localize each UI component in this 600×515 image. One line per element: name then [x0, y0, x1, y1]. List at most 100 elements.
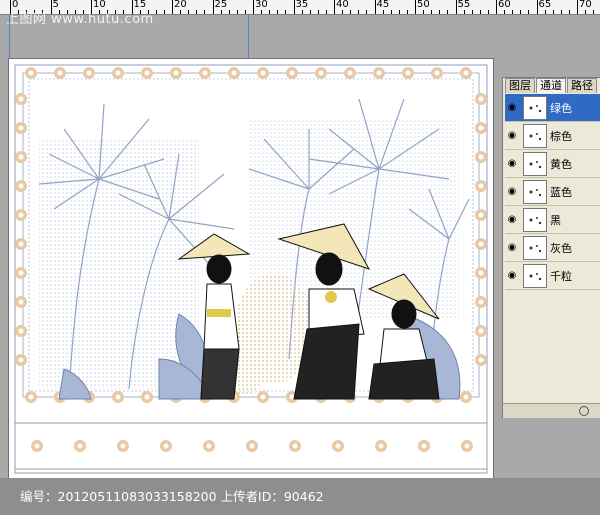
rosette [475, 209, 487, 221]
eye-icon[interactable]: ◉ [505, 102, 519, 113]
channel-row[interactable]: ◉ 绿色 [505, 94, 600, 122]
ruler-tick [552, 10, 554, 14]
ruler-number: 65 [538, 0, 552, 10]
ruler-tick [504, 10, 506, 14]
ruler-tick [204, 10, 206, 14]
eye-icon[interactable]: ◉ [505, 158, 519, 169]
channels-panel[interactable]: 图层 通道 路径 ◉ 绿色 ◉ 棕色 ◉ 黄色 ◉ 蓝色 ◉ 黑 ◉ 灰色 ◉ 千粒 [502, 77, 600, 418]
rosette [228, 67, 240, 79]
rosette [141, 67, 153, 79]
eye-icon[interactable]: ◉ [505, 130, 519, 141]
ruler-tick [528, 10, 530, 14]
rosette [74, 440, 86, 452]
rosette [460, 67, 472, 79]
rosette [15, 296, 27, 308]
rosette [15, 93, 27, 105]
rosette [475, 267, 487, 279]
ruler-tick [455, 0, 457, 14]
rosette [286, 67, 298, 79]
ruler-tick [334, 0, 335, 14]
channel-label: 蓝色 [550, 185, 572, 199]
ruler-tick [277, 10, 279, 14]
rosette [315, 67, 327, 79]
ruler-number: 35 [295, 0, 309, 10]
rosette [160, 440, 172, 452]
rosette [15, 151, 27, 163]
rosette [15, 354, 27, 366]
rosette [289, 440, 301, 452]
ruler-number: 25 [214, 0, 228, 10]
ruler-tick [423, 10, 425, 14]
eye-icon[interactable]: ◉ [505, 186, 519, 197]
eye-icon[interactable]: ◉ [505, 270, 519, 281]
ruler-tick [366, 10, 368, 14]
channel-thumbnail [523, 263, 547, 288]
ruler-tick [487, 10, 489, 14]
ruler-tick [350, 10, 352, 14]
ruler-tick [228, 10, 230, 14]
circle-icon[interactable] [579, 406, 589, 416]
rosette [257, 391, 269, 403]
channel-thumbnail [523, 179, 547, 204]
ruler-tick [325, 10, 327, 14]
rosette [418, 440, 430, 452]
channel-label: 灰色 [550, 241, 572, 255]
ruler-tick [447, 10, 449, 14]
panel-tab[interactable]: 通道 [536, 78, 566, 93]
ruler-tick [212, 0, 214, 14]
ruler-number: 60 [498, 0, 511, 10]
ruler-tick [439, 10, 441, 14]
ruler-tick [544, 10, 546, 14]
channel-thumbnail [523, 123, 547, 148]
rosette [460, 391, 472, 403]
channel-label: 绿色 [550, 101, 572, 115]
channel-row[interactable]: ◉ 黄色 [505, 150, 600, 178]
eye-icon[interactable]: ◉ [505, 242, 519, 253]
document-canvas[interactable] [8, 58, 494, 479]
channel-row[interactable]: ◉ 千粒 [505, 262, 600, 290]
ruler-tick [269, 10, 271, 14]
ruler-tick [220, 10, 222, 14]
rosette [199, 67, 211, 79]
rosette [475, 151, 487, 163]
eye-icon[interactable]: ◉ [505, 214, 519, 225]
watermark-top: 上图网 www.hutu.com [6, 12, 154, 27]
ruler-tick [536, 0, 538, 14]
rosette [475, 325, 487, 337]
rosette [332, 440, 344, 452]
channel-row[interactable]: ◉ 棕色 [505, 122, 600, 150]
ruler-tick [253, 0, 254, 14]
rosette [475, 180, 487, 192]
ruler-tick [390, 10, 392, 14]
channel-row[interactable]: ◉ 灰色 [505, 234, 600, 262]
ruler-tick [285, 10, 287, 14]
ruler-number: 70 [579, 0, 592, 10]
ruler-tick [406, 10, 408, 14]
ruler-tick [479, 10, 481, 14]
channel-label: 黄色 [550, 157, 572, 171]
ruler-tick [155, 10, 157, 14]
ruler-tick [382, 10, 384, 14]
panel-tab[interactable]: 图层 [505, 78, 535, 93]
panel-tabs: 图层 通道 路径 [503, 78, 600, 93]
ruler-tick [358, 10, 360, 14]
ruler-tick [463, 10, 465, 14]
channel-thumbnail [523, 207, 547, 232]
ruler-tick [196, 10, 198, 14]
rosette [54, 67, 66, 79]
ruler-tick [163, 10, 165, 14]
rosette [461, 440, 473, 452]
ruler-number: 20 [174, 0, 187, 10]
rosette [246, 440, 258, 452]
ruler-tick [593, 10, 595, 14]
rosette [112, 391, 124, 403]
channel-row[interactable]: ◉ 蓝色 [505, 178, 600, 206]
rosette [475, 122, 487, 134]
ruler-tick [236, 10, 238, 14]
channel-row[interactable]: ◉ 黑 [505, 206, 600, 234]
ruler-tick [309, 10, 311, 14]
panel-tab[interactable]: 路径 [567, 78, 597, 93]
rosette [373, 67, 385, 79]
ruler-number: 55 [457, 0, 471, 10]
rosette [344, 67, 356, 79]
